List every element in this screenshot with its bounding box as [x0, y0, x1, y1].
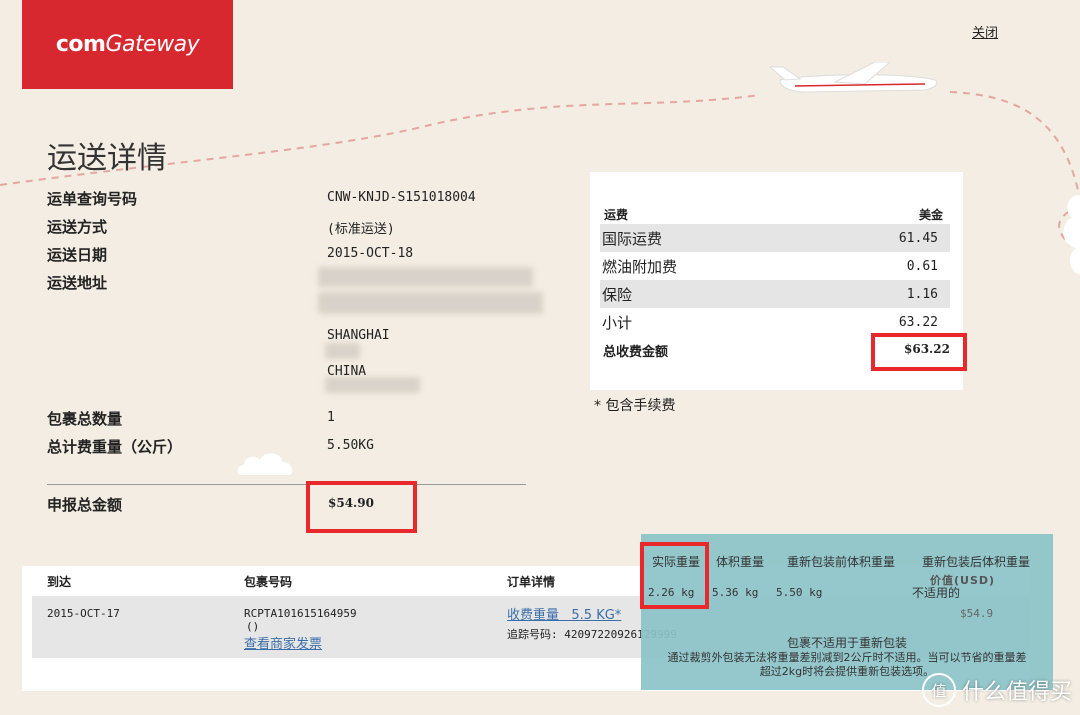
tracking-number-value: CNW-KNJD-S151018004	[327, 190, 476, 205]
fee-label: 燃油附加费	[602, 257, 678, 276]
post-repack-weight-value: 不适用的	[912, 586, 961, 600]
pre-repack-weight-header: 重新包装前体积重量	[787, 555, 896, 569]
shipping-method-label: 运送方式	[47, 218, 108, 236]
shipping-date-label: 运送日期	[47, 246, 108, 264]
package-extra: ()	[246, 620, 260, 633]
redacted-address-line	[325, 343, 360, 359]
total-weight-label: 总计费重量（公斤）	[47, 438, 183, 456]
package-number: RCPTA101615164959	[244, 607, 357, 620]
view-merchant-invoice-link[interactable]: 查看商家发票	[244, 633, 322, 652]
package-count-value: 1	[327, 410, 335, 425]
watermark: 值 什么值得买	[921, 673, 1072, 707]
redacted-address-line	[318, 267, 533, 287]
fee-value: 1.16	[906, 286, 938, 302]
fee-label: 小计	[602, 313, 633, 332]
pre-repack-weight-value: 5.50 kg	[776, 586, 823, 599]
shipping-method-value: (标准运送)	[327, 222, 395, 237]
fee-total-label: 总收费金额	[603, 345, 669, 360]
tracking-number-label: 运单查询号码	[47, 190, 138, 208]
billing-weight-link[interactable]: 收费重量 5.5 KG*	[507, 604, 621, 623]
fee-header-currency: 美金	[919, 208, 944, 222]
col-header-arrival: 到达	[47, 575, 72, 589]
fee-note: * 包含手续费	[594, 398, 676, 414]
address-city: SHANGHAI	[327, 328, 390, 343]
watermark-text: 什么值得买	[961, 680, 1072, 705]
fee-value: 0.61	[906, 258, 938, 274]
fee-row-international: 国际运费 61.45	[600, 224, 950, 252]
page-title: 运送详情	[47, 141, 167, 176]
fee-value: 63.22	[898, 314, 938, 330]
arrival-date: 2015-OCT-17	[47, 607, 120, 620]
fee-row-insurance: 保险 1.16	[600, 280, 950, 308]
shipping-address-label: 运送地址	[47, 274, 108, 292]
fee-label: 保险	[602, 285, 633, 304]
fee-total-value: $63.22	[904, 342, 950, 356]
value-usd: $54.9	[960, 607, 994, 620]
fee-row-subtotal: 小计 63.22	[600, 308, 950, 336]
cloud-icon	[1063, 195, 1080, 275]
logo-text-bold: com	[55, 32, 106, 57]
actual-weight-value: 2.26 kg	[648, 586, 695, 599]
col-header-package-no: 包裹号码	[244, 575, 293, 589]
divider	[47, 484, 526, 485]
watermark-logo-icon: 值	[921, 673, 956, 707]
redacted-address-line	[325, 377, 420, 393]
post-repack-weight-header: 重新包装后体积重量	[922, 555, 1031, 569]
shipping-date-value: 2015-OCT-18	[327, 246, 414, 261]
total-weight-value: 5.50KG	[327, 438, 374, 453]
logo-text-italic: Gateway	[105, 32, 200, 57]
declared-total-value: $54.90	[328, 496, 374, 510]
fee-label: 国际运费	[602, 229, 663, 248]
fee-row-fuel: 燃油附加费 0.61	[600, 252, 950, 280]
comgateway-logo[interactable]: com Gateway	[22, 0, 233, 89]
close-link[interactable]: 关闭	[972, 22, 998, 41]
col-header-order-details: 订单详情	[507, 575, 556, 589]
package-count-label: 包裹总数量	[47, 410, 123, 428]
fee-value: 61.45	[898, 230, 938, 246]
cloud-icon	[237, 453, 293, 475]
redacted-address-line	[318, 292, 543, 314]
declared-total-label: 申报总金额	[47, 496, 123, 514]
actual-weight-header: 实际重量	[652, 555, 701, 569]
airplane-icon	[768, 62, 938, 93]
fee-header-label: 运费	[604, 208, 629, 222]
volumetric-weight-header: 体积重量	[716, 555, 765, 569]
volumetric-weight-value: 5.36 kg	[712, 586, 759, 599]
